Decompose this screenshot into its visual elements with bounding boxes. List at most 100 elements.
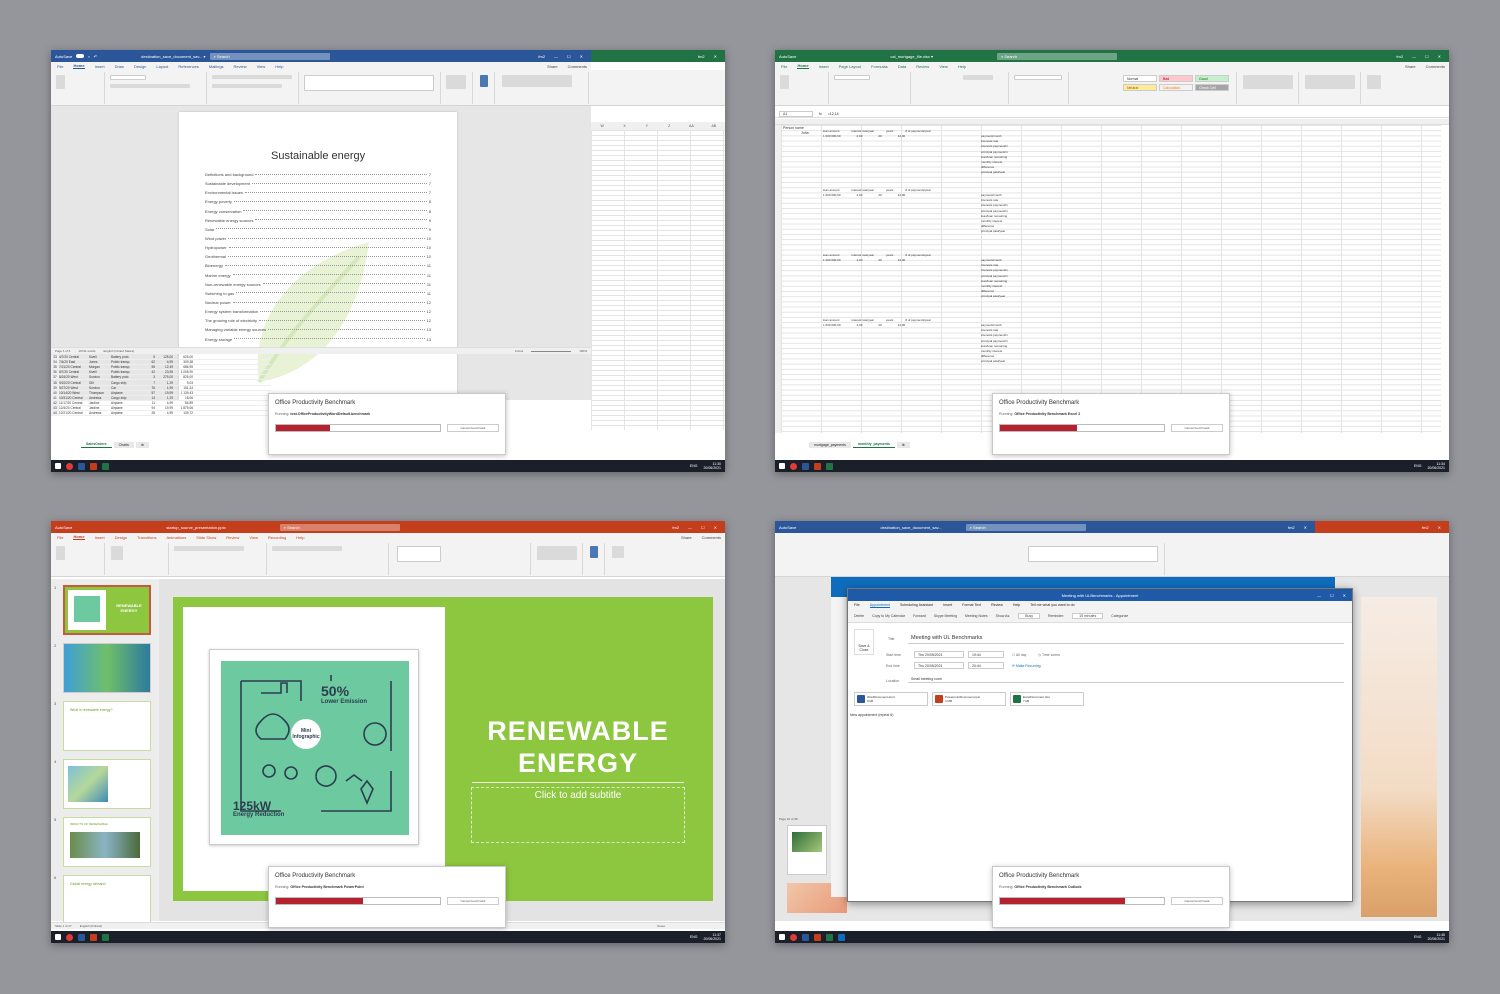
toc-entry[interactable]: Energy system transformation 12 [205, 307, 431, 316]
microphone-icon[interactable] [480, 75, 488, 87]
table-cell[interactable]: Sorvino [89, 375, 111, 379]
sheet-tab-charts[interactable]: Charts [113, 441, 134, 448]
benchmark-app-icon[interactable] [66, 933, 73, 941]
table-cell[interactable]: 686,95 [173, 365, 193, 369]
table-cell[interactable]: 7 [141, 381, 155, 385]
minimize-icon[interactable]: — [1317, 593, 1321, 598]
table-cell[interactable]: 275,00 [155, 375, 173, 379]
insert-delete-format-buttons[interactable] [1243, 75, 1293, 89]
location-field[interactable]: Small meeting room [908, 675, 1344, 683]
wrap-text-button[interactable] [963, 75, 993, 80]
comments-button[interactable]: Comments [702, 535, 725, 540]
table-cell[interactable]: Airplane [111, 401, 141, 405]
block-value[interactable]: 1 000 000,00 [823, 134, 841, 138]
slide-canvas[interactable]: 50% Lower Emission Mini Infographic 125k… [173, 597, 713, 901]
show-as-select[interactable]: Busy [1018, 612, 1040, 619]
styles-gallery[interactable] [1028, 546, 1158, 562]
outlook-taskbar-icon[interactable] [838, 933, 845, 941]
block-value[interactable]: 12,00 [898, 323, 906, 327]
menu-help[interactable]: Help [296, 535, 304, 540]
block-value[interactable]: 12,00 [898, 134, 906, 138]
paste-button[interactable] [56, 75, 65, 89]
style-check-cell[interactable]: Check Cell [1195, 84, 1229, 91]
menu-help[interactable]: Help [1013, 603, 1020, 607]
loan-block-values[interactable]: 1 000 000,00 4,00 20 12,00 [823, 134, 905, 138]
copy-to-calendar-button[interactable]: Copy to My Calendar [872, 614, 905, 618]
benchmark-app-icon[interactable] [790, 462, 797, 470]
toc-entry[interactable]: Hydropower 10 [205, 243, 431, 252]
close-icon[interactable]: ✕ [1304, 525, 1307, 530]
search-box[interactable]: ⌕ Search [965, 523, 1086, 531]
table-cell[interactable]: 9,03 [173, 381, 193, 385]
windows-start-icon[interactable] [779, 463, 785, 469]
focus-button[interactable]: Focus [515, 349, 523, 353]
menu-view[interactable]: View [249, 535, 258, 540]
presentation-filename[interactable]: startup_source_presentation.pptx [166, 525, 225, 530]
word-taskbar-icon[interactable] [802, 462, 809, 470]
tray-language[interactable]: ENG [1414, 464, 1422, 468]
zoom-level[interactable]: 100% [579, 349, 591, 353]
block-value[interactable]: 20 [878, 258, 881, 262]
forward-button[interactable]: Forward [913, 614, 926, 618]
table-cell[interactable]: Jardine [89, 406, 111, 410]
table-cell[interactable]: Airplane [111, 406, 141, 410]
time-zones-button[interactable]: ◷ Time zones [1038, 653, 1060, 657]
table-cell[interactable]: Andrews [89, 396, 111, 400]
align-buttons[interactable] [212, 84, 282, 88]
benchmark-app-icon[interactable] [790, 933, 797, 941]
column-header[interactable]: Y [636, 124, 658, 128]
attachment-excel[interactable]: ExcelDocument.xlsx 7 kB [1010, 692, 1084, 706]
excel-taskbar-icon[interactable] [102, 462, 109, 470]
sheet-tab-salesorders[interactable]: SalesOrders [81, 441, 112, 448]
notes-button[interactable]: Notes [657, 924, 725, 928]
word-taskbar-icon[interactable] [802, 933, 809, 941]
menu-help[interactable]: Help [275, 64, 283, 69]
menu-page-layout[interactable]: Page Layout [839, 64, 861, 69]
block-value[interactable]: 20 [878, 323, 881, 327]
menu-scheduling-assistant[interactable]: Scheduling Assistant [900, 603, 933, 607]
cancel-benchmark-button[interactable]: Cancel benchmark [1171, 424, 1223, 432]
font-name-select[interactable] [110, 75, 146, 80]
block-value[interactable]: 12,00 [898, 258, 906, 262]
table-cell[interactable]: Thompson [89, 391, 111, 395]
table-cell[interactable]: 1,29 [155, 381, 173, 385]
spreadsheet-grid[interactable] [781, 125, 1441, 433]
slide-thumbnail-2[interactable] [63, 643, 151, 693]
toc-entry[interactable]: Definitions and background 7 [205, 170, 431, 179]
table-cell[interactable]: 11 [141, 401, 155, 405]
table-cell[interactable]: Andrews [89, 411, 111, 415]
table-cell[interactable]: 8/24/20 West [59, 375, 89, 379]
block-value[interactable]: 4,00 [857, 258, 863, 262]
share-button[interactable]: Share [681, 535, 692, 540]
close-icon[interactable]: ✕ [714, 54, 717, 59]
share-button[interactable]: Share [547, 64, 558, 69]
table-cell[interactable]: Cargo ship [111, 396, 141, 400]
search-box[interactable]: ⌕ Search [279, 523, 400, 531]
block-value[interactable]: 4,00 [857, 323, 863, 327]
slide-thumbnail-4[interactable] [63, 759, 151, 809]
find-replace-button[interactable] [537, 546, 577, 560]
autosave-toggle[interactable]: AutoSave [779, 525, 796, 530]
formula-input[interactable]: =12,14 [828, 112, 839, 116]
table-cell[interactable]: Gill [89, 381, 111, 385]
excel-taskbar-icon[interactable] [826, 933, 833, 941]
menu-slide-show[interactable]: Slide Show [196, 535, 216, 540]
table-cell[interactable]: 11/17/20 Central [59, 401, 89, 405]
tray-language[interactable]: ENG [690, 464, 698, 468]
menu-review[interactable]: Review [991, 603, 1003, 607]
menu-appointment[interactable]: Appointment [869, 603, 890, 608]
save-icon[interactable]: ▪ [88, 54, 89, 59]
menu-review[interactable]: Review [234, 64, 247, 69]
paste-button[interactable] [780, 75, 789, 89]
table-cell[interactable]: Kivell [89, 355, 111, 359]
slide-subtitle-placeholder[interactable]: Click to add subtitle [471, 782, 685, 843]
loan-block-values[interactable]: 1 000 000,00 4,00 20 12,00 [823, 323, 905, 327]
menu-insert[interactable]: Insert [95, 535, 105, 540]
table-cell[interactable]: Sorvino [89, 386, 111, 390]
table-cell[interactable]: 1,99 [155, 386, 173, 390]
cancel-benchmark-button[interactable]: Cancel benchmark [1171, 897, 1223, 905]
toc-entry[interactable]: Managing variable energy sources 13 [205, 325, 431, 334]
table-cell[interactable]: Cargo ship [111, 381, 141, 385]
autosave-switch-icon[interactable] [76, 54, 85, 58]
comments-button[interactable]: Comments [1426, 64, 1449, 69]
